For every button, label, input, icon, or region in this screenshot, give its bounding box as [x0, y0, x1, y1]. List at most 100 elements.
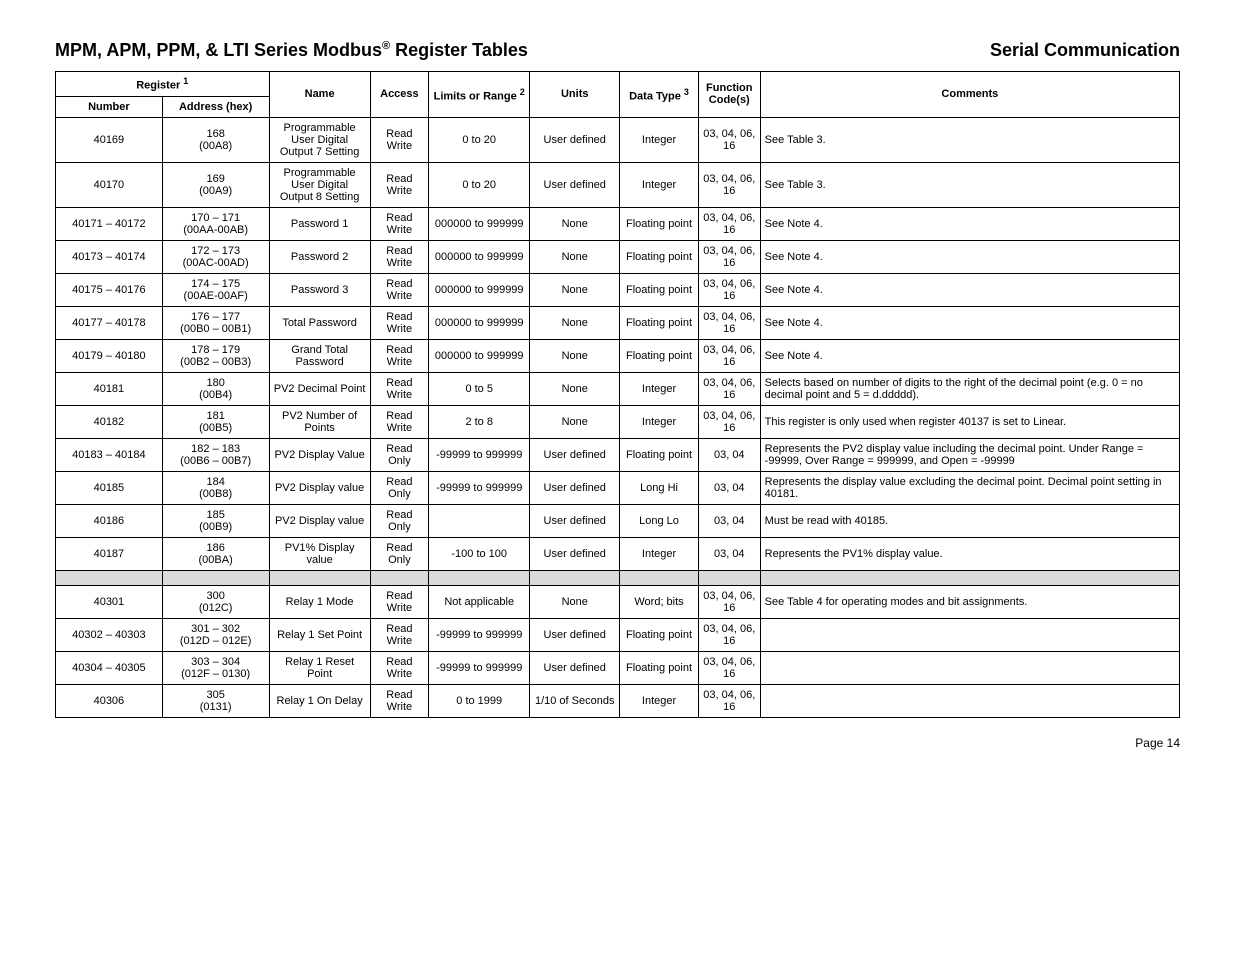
cell-units: User defined: [530, 162, 620, 207]
cell-address: 169(00A9): [162, 162, 269, 207]
cell-units: User defined: [530, 651, 620, 684]
addr-dec: 300: [167, 590, 265, 602]
addr-hex: (00AE-00AF): [167, 290, 265, 302]
cell-name: Password 3: [269, 273, 370, 306]
spacer-cell: [56, 570, 163, 585]
table-row: 40181180(00B4)PV2 Decimal PointRead Writ…: [56, 372, 1180, 405]
cell-number: 40181: [56, 372, 163, 405]
cell-units: User defined: [530, 471, 620, 504]
cell-range: -100 to 100: [429, 537, 530, 570]
cell-units: None: [530, 339, 620, 372]
cell-function-codes: 03, 04, 06, 16: [698, 585, 760, 618]
cell-units: None: [530, 372, 620, 405]
table-row: 40170169(00A9)Programmable User Digital …: [56, 162, 1180, 207]
table-row: 40185184(00B8)PV2 Display valueRead Only…: [56, 471, 1180, 504]
cell-address: 176 – 177(00B0 – 00B1): [162, 306, 269, 339]
th-address: Address (hex): [162, 96, 269, 117]
cell-comments: Represents the PV2 display value includi…: [760, 438, 1179, 471]
cell-access: Read Write: [370, 684, 428, 717]
cell-units: None: [530, 405, 620, 438]
addr-dec: 305: [167, 689, 265, 701]
addr-hex: (00B2 – 00B3): [167, 356, 265, 368]
cell-access: Read Write: [370, 405, 428, 438]
cell-range: 000000 to 999999: [429, 240, 530, 273]
addr-hex: (00AA-00AB): [167, 224, 265, 236]
cell-address: 174 – 175(00AE-00AF): [162, 273, 269, 306]
cell-name: Programmable User Digital Output 7 Setti…: [269, 117, 370, 162]
cell-data-type: Long Hi: [620, 471, 699, 504]
addr-dec: 180: [167, 377, 265, 389]
cell-range: Not applicable: [429, 585, 530, 618]
addr-hex: (00B0 – 00B1): [167, 323, 265, 335]
cell-access: Read Write: [370, 339, 428, 372]
cell-function-codes: 03, 04, 06, 16: [698, 651, 760, 684]
table-row: 40173 – 40174172 – 173(00AC-00AD)Passwor…: [56, 240, 1180, 273]
cell-comments: Must be read with 40185.: [760, 504, 1179, 537]
cell-name: PV2 Display value: [269, 471, 370, 504]
cell-number: 40183 – 40184: [56, 438, 163, 471]
addr-hex: (00B5): [167, 422, 265, 434]
addr-hex: (00A9): [167, 185, 265, 197]
table-row: 40301300(012C)Relay 1 ModeRead WriteNot …: [56, 585, 1180, 618]
cell-address: 168(00A8): [162, 117, 269, 162]
cell-comments: [760, 618, 1179, 651]
cell-range: 0 to 5: [429, 372, 530, 405]
cell-comments: See Note 4.: [760, 240, 1179, 273]
spacer-cell: [698, 570, 760, 585]
th-function-codes: Function Code(s): [698, 72, 760, 118]
cell-access: Read Write: [370, 117, 428, 162]
cell-comments: [760, 651, 1179, 684]
cell-comments: This register is only used when register…: [760, 405, 1179, 438]
cell-address: 300(012C): [162, 585, 269, 618]
cell-address: 170 – 171(00AA-00AB): [162, 207, 269, 240]
th-limits: Limits or Range 2: [429, 72, 530, 118]
cell-function-codes: 03, 04: [698, 504, 760, 537]
addr-hex: (00B8): [167, 488, 265, 500]
addr-hex: (00AC-00AD): [167, 257, 265, 269]
cell-access: Read Write: [370, 585, 428, 618]
cell-data-type: Integer: [620, 405, 699, 438]
addr-dec: 303 – 304: [167, 656, 265, 668]
table-row: 40304 – 40305303 – 304(012F – 0130)Relay…: [56, 651, 1180, 684]
cell-function-codes: 03, 04, 06, 16: [698, 306, 760, 339]
cell-units: None: [530, 240, 620, 273]
cell-name: Password 2: [269, 240, 370, 273]
cell-access: Read Only: [370, 438, 428, 471]
spacer-cell: [620, 570, 699, 585]
cell-function-codes: 03, 04, 06, 16: [698, 618, 760, 651]
cell-address: 184(00B8): [162, 471, 269, 504]
cell-data-type: Word; bits: [620, 585, 699, 618]
cell-comments: See Table 3.: [760, 162, 1179, 207]
cell-number: 40177 – 40178: [56, 306, 163, 339]
th-register: Register 1: [56, 72, 270, 97]
addr-dec: 174 – 175: [167, 278, 265, 290]
addr-dec: 186: [167, 542, 265, 554]
cell-name: PV1% Display value: [269, 537, 370, 570]
cell-range: 2 to 8: [429, 405, 530, 438]
title-prefix: MPM, APM, PPM, & LTI Series Modbus: [55, 40, 382, 60]
cell-units: User defined: [530, 618, 620, 651]
spacer-cell: [530, 570, 620, 585]
cell-data-type: Floating point: [620, 273, 699, 306]
cell-units: None: [530, 585, 620, 618]
cell-function-codes: 03, 04, 06, 16: [698, 207, 760, 240]
cell-function-codes: 03, 04: [698, 471, 760, 504]
cell-function-codes: 03, 04, 06, 16: [698, 117, 760, 162]
cell-range: -99999 to 999999: [429, 618, 530, 651]
cell-data-type: Floating point: [620, 438, 699, 471]
cell-number: 40306: [56, 684, 163, 717]
table-row: 40187186(00BA)PV1% Display valueRead Onl…: [56, 537, 1180, 570]
table-row: 40169168(00A8)Programmable User Digital …: [56, 117, 1180, 162]
cell-access: Read Only: [370, 471, 428, 504]
cell-access: Read Only: [370, 537, 428, 570]
addr-dec: 170 – 171: [167, 212, 265, 224]
cell-range: 000000 to 999999: [429, 339, 530, 372]
cell-address: 178 – 179(00B2 – 00B3): [162, 339, 269, 372]
addr-hex: (00B6 – 00B7): [167, 455, 265, 467]
addr-hex: (00B9): [167, 521, 265, 533]
addr-hex: (00B4): [167, 389, 265, 401]
cell-name: Programmable User Digital Output 8 Setti…: [269, 162, 370, 207]
cell-address: 185(00B9): [162, 504, 269, 537]
cell-range: 000000 to 999999: [429, 207, 530, 240]
cell-units: User defined: [530, 438, 620, 471]
